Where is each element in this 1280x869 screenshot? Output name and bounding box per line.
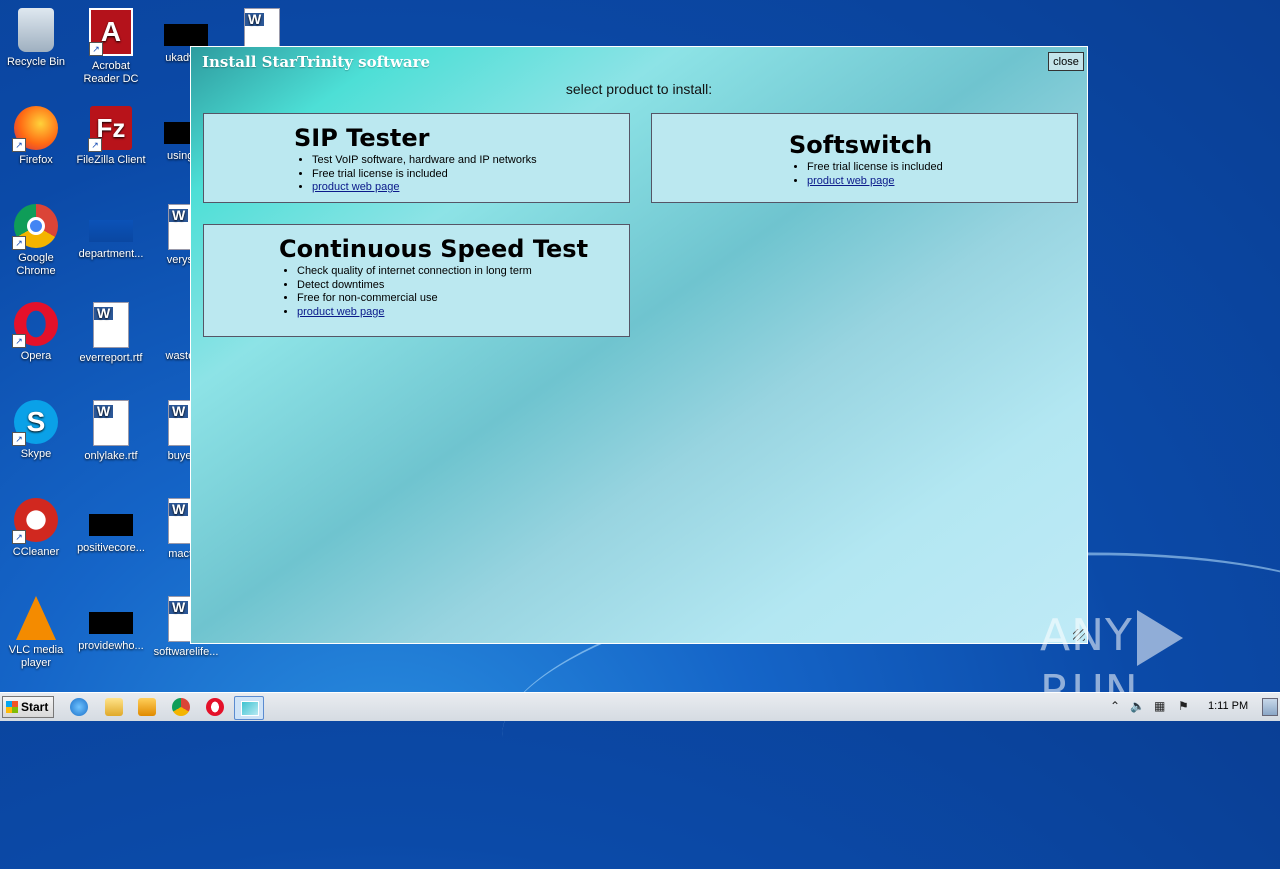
dialog-subtitle: select product to install:	[565, 81, 713, 97]
show-desktop-button[interactable]	[1262, 698, 1278, 716]
ccleaner-icon: ↗	[12, 498, 58, 544]
feature-item: Free trial license is included	[807, 161, 943, 175]
volume-icon[interactable]: 🔈	[1130, 699, 1145, 713]
desktop-icon-label: FileZilla Client	[76, 154, 146, 166]
chrome-taskbar-icon[interactable]	[172, 698, 190, 716]
close-button[interactable]: close	[1048, 52, 1084, 71]
shortcut-arrow-icon: ↗	[12, 138, 26, 152]
desktop-icon-label: providewho...	[78, 640, 144, 652]
desktop-icon-department[interactable]: department...	[75, 204, 147, 261]
file-icon	[89, 514, 133, 536]
desktop-icon-label: onlylake.rtf	[84, 450, 138, 462]
opera-taskbar-icon[interactable]	[206, 698, 224, 716]
opera-icon: ↗	[12, 302, 58, 348]
desktop-icon-label: positivecore...	[77, 542, 145, 554]
desktop-icon-label: everreport.rtf	[79, 352, 143, 364]
feature-list: Test VoIP software, hardware and IP netw…	[294, 154, 537, 195]
desktop-icon-opera[interactable]: ↗ Opera	[0, 302, 72, 363]
feature-item: Detect downtimes	[297, 279, 588, 293]
windows-logo-icon	[6, 701, 18, 713]
product-card-continuous-speed-test[interactable]: Continuous Speed Test Check quality of i…	[203, 224, 630, 337]
startrinity-installer-taskbar-button[interactable]	[234, 696, 264, 720]
taskbar: Start ⌃ 🔈 ▦ ⚑ 1:11 PM	[0, 692, 1280, 721]
show-hidden-icons-icon[interactable]: ⌃	[1110, 699, 1120, 713]
product-card-sip-tester[interactable]: SIP Tester Test VoIP software, hardware …	[203, 113, 630, 203]
feature-item: product web page	[807, 175, 943, 189]
product-web-page-link[interactable]: product web page	[312, 181, 399, 193]
desktop-icon-firefox[interactable]: ↗ Firefox	[0, 106, 72, 167]
desktop-icon-acrobat[interactable]: A ↗ Acrobat Reader DC	[75, 8, 147, 86]
shortcut-arrow-icon: ↗	[12, 236, 26, 250]
desktop-icon-label: VLC media player	[8, 644, 64, 669]
internet-explorer-icon[interactable]	[70, 698, 88, 716]
media-player-icon[interactable]	[138, 698, 156, 716]
install-dialog: Install StarTrinity software close selec…	[190, 46, 1088, 644]
start-label: Start	[21, 700, 49, 714]
filezilla-icon: Fz ↗	[88, 106, 132, 152]
feature-item: Check quality of internet connection in …	[297, 265, 588, 279]
feature-item: product web page	[297, 306, 588, 320]
start-button[interactable]: Start	[2, 696, 54, 718]
desktop-icon-positivecore[interactable]: positivecore...	[75, 498, 147, 555]
shortcut-arrow-icon: ↗	[12, 334, 26, 348]
word-doc-icon: W	[93, 400, 129, 446]
vlc-icon	[16, 596, 56, 640]
shortcut-arrow-icon: ↗	[88, 138, 102, 152]
desktop-icon-onlylake[interactable]: W onlylake.rtf	[75, 400, 147, 463]
feature-item: Free trial license is included	[312, 168, 537, 182]
word-doc-icon: W	[93, 302, 129, 348]
shortcut-arrow-icon: ↗	[12, 432, 26, 446]
desktop-icon-label: Acrobat Reader DC	[83, 60, 139, 85]
product-card-softswitch[interactable]: Softswitch Free trial license is include…	[651, 113, 1078, 203]
action-center-flag-icon[interactable]: ⚑	[1178, 699, 1189, 713]
product-title: Softswitch	[789, 131, 933, 159]
desktop-icon-label: Opera	[20, 350, 52, 362]
file-icon	[89, 612, 133, 634]
network-icon[interactable]: ▦	[1154, 699, 1165, 713]
desktop-icon-label: Skype	[20, 448, 52, 460]
product-title: SIP Tester	[294, 124, 430, 152]
product-web-page-link[interactable]: product web page	[807, 175, 894, 187]
desktop-icon-label: softwarelife...	[153, 646, 219, 658]
acrobat-icon: A ↗	[89, 8, 133, 56]
file-icon	[89, 220, 133, 242]
clock[interactable]: 1:11 PM	[1208, 700, 1248, 712]
feature-item: product web page	[312, 181, 537, 195]
desktop-icon-label: Google Chrome	[16, 252, 56, 277]
desktop-icon-everreport[interactable]: W everreport.rtf	[75, 302, 147, 365]
file-explorer-icon[interactable]	[105, 698, 123, 716]
play-icon	[1136, 610, 1183, 666]
firefox-icon: ↗	[12, 106, 58, 152]
feature-item: Test VoIP software, hardware and IP netw…	[312, 154, 537, 168]
desktop-icon-skype[interactable]: S ↗ Skype	[0, 400, 72, 461]
product-title: Continuous Speed Test	[279, 235, 589, 263]
desktop-icon-providewho[interactable]: providewho...	[75, 596, 147, 653]
shortcut-arrow-icon: ↗	[89, 42, 103, 56]
shortcut-arrow-icon: ↗	[12, 530, 26, 544]
desktop-icon-filezilla[interactable]: Fz ↗ FileZilla Client	[75, 106, 147, 167]
desktop-icon-label: Recycle Bin	[6, 56, 66, 68]
desktop-icon-vlc[interactable]: VLC media player	[0, 596, 72, 670]
dialog-title: Install StarTrinity software	[202, 53, 431, 71]
desktop-icon-chrome[interactable]: ↗ Google Chrome	[0, 204, 72, 278]
desktop-icon-label: CCleaner	[12, 546, 60, 558]
recycle-bin-icon	[18, 8, 54, 52]
chrome-icon: ↗	[12, 204, 58, 250]
feature-list: Check quality of internet connection in …	[279, 265, 588, 319]
skype-icon: S ↗	[12, 400, 58, 446]
desktop-icon-label: Firefox	[19, 154, 53, 166]
desktop-icon-label: department...	[78, 248, 144, 260]
watermark-left: ANY	[1040, 610, 1133, 661]
desktop-icon-recycle-bin[interactable]: Recycle Bin	[0, 8, 72, 69]
feature-item: Free for non-commercial use	[297, 292, 588, 306]
product-web-page-link[interactable]: product web page	[297, 306, 384, 318]
file-icon	[164, 24, 208, 46]
desktop-icon-ccleaner[interactable]: ↗ CCleaner	[0, 498, 72, 559]
feature-list: Free trial license is included product w…	[789, 161, 943, 188]
